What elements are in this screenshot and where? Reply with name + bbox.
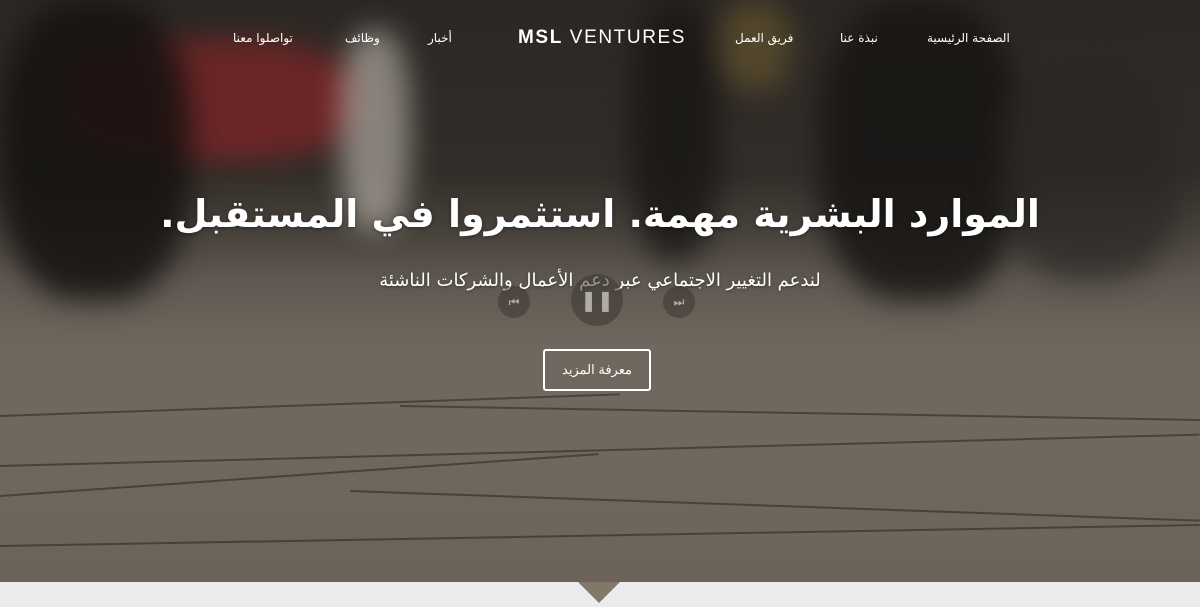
brand-logo-bold: MSL (518, 27, 563, 48)
top-navigation: تواصلوا معنا وظائف أخبار MSL VENTURES فر… (0, 27, 1200, 51)
next-icon[interactable]: ⏭ (663, 286, 695, 318)
hero-section: تواصلوا معنا وظائف أخبار MSL VENTURES فر… (0, 0, 1200, 582)
nav-contact[interactable]: تواصلوا معنا (233, 31, 293, 45)
nav-home[interactable]: الصفحة الرئيسية (927, 31, 1010, 45)
background-blur (1000, 60, 1180, 280)
pavement-line (0, 393, 620, 417)
pavement-line (399, 405, 1200, 421)
nav-jobs[interactable]: وظائف (345, 31, 380, 45)
learn-more-button[interactable]: معرفة المزيد (543, 349, 651, 391)
pavement-line (0, 433, 1200, 467)
hero-headline: الموارد البشرية مهمة. استثمروا في المستق… (160, 192, 1040, 236)
brand-logo[interactable]: MSL VENTURES (518, 27, 686, 49)
pause-icon[interactable]: ❚❚ (571, 274, 623, 326)
brand-logo-light: VENTURES (569, 27, 687, 48)
pavement-line (349, 490, 1200, 522)
nav-news[interactable]: أخبار (428, 31, 452, 45)
pavement-line (0, 524, 1200, 547)
previous-icon[interactable]: ⏮ (498, 286, 530, 318)
scroll-down-arrow-icon (578, 582, 620, 603)
nav-about[interactable]: نبذة عنا (840, 31, 878, 45)
pavement-line (0, 453, 599, 497)
nav-team[interactable]: فريق العمل (735, 31, 793, 45)
